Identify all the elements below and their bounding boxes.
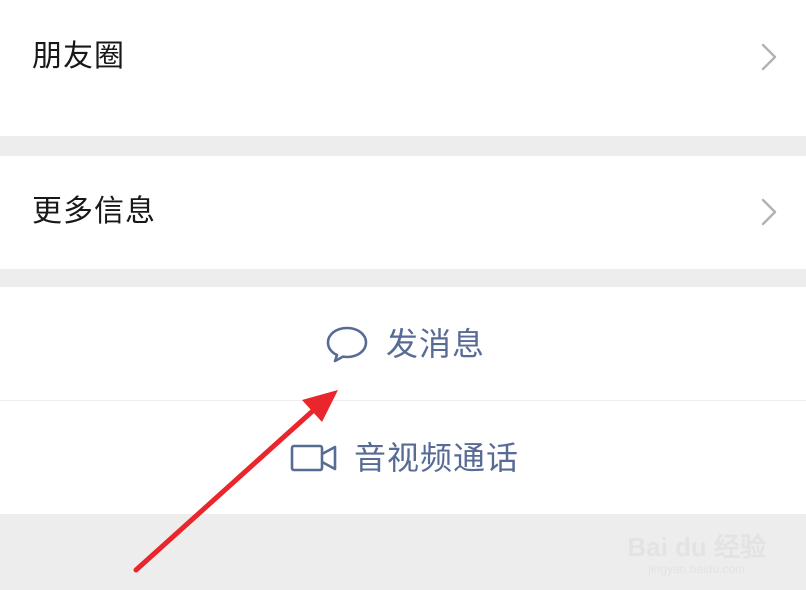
- send-message-button[interactable]: 发消息: [0, 287, 806, 400]
- moments-row[interactable]: 朋友圈: [0, 0, 806, 136]
- more-info-row[interactable]: 更多信息: [0, 156, 806, 269]
- chevron-right-icon: [761, 198, 777, 226]
- more-info-label: 更多信息: [32, 194, 156, 229]
- chevron-right-icon: [761, 43, 777, 71]
- watermark-brand: Bai du 经验: [627, 532, 766, 562]
- send-message-label: 发消息: [386, 324, 486, 363]
- video-call-button[interactable]: 音视频通话: [0, 401, 806, 514]
- moments-label: 朋友圈: [32, 39, 125, 74]
- chat-bubble-icon: [326, 326, 368, 362]
- baidu-jingyan-watermark: Bai du 经验 jingyan.baidu.com: [627, 534, 766, 576]
- video-call-label: 音视频通话: [354, 438, 520, 477]
- video-camera-icon: [290, 444, 337, 471]
- watermark-url: jingyan.baidu.com: [648, 562, 746, 576]
